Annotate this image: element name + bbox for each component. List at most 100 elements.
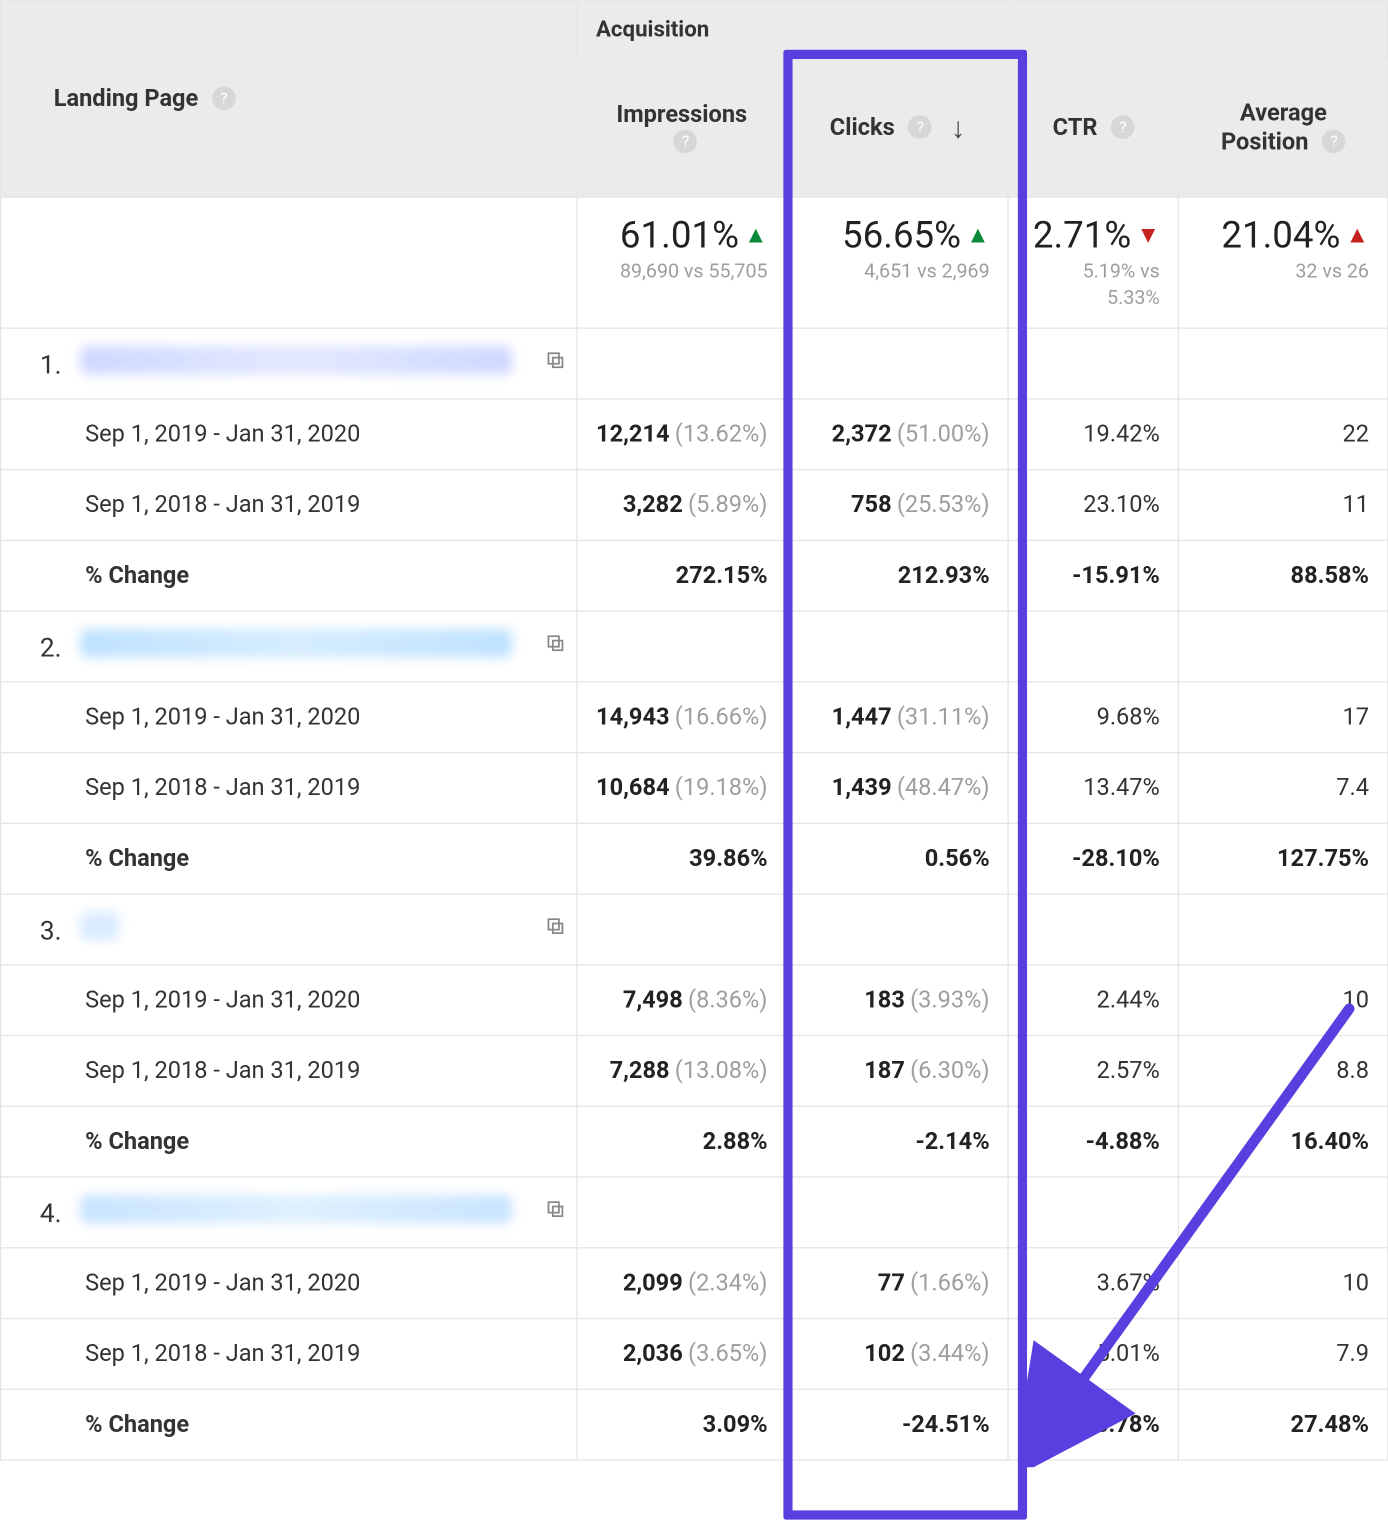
pct-change-label: % Change xyxy=(1,823,577,894)
cell-value: 39.86% xyxy=(577,823,787,894)
pct-change-label: % Change xyxy=(1,1106,577,1177)
redacted-text xyxy=(80,912,119,941)
cell-value: 758 xyxy=(851,491,892,519)
table-row: % Change 3.09% -24.51% -26.78% 27.48% xyxy=(1,1389,1388,1460)
cell-share: (25.53%) xyxy=(897,491,990,519)
redacted-text xyxy=(80,629,512,658)
period-b-label: Sep 1, 2018 - Jan 31, 2019 xyxy=(1,753,577,824)
sort-desc-icon: ↓ xyxy=(951,111,965,145)
table-row: Sep 1, 2018 - Jan 31, 2019 2,036(3.65%) … xyxy=(1,1319,1388,1390)
cell-share: (5.89%) xyxy=(688,491,768,519)
cell-value: 16.40% xyxy=(1179,1106,1388,1177)
cell-share: (3.93%) xyxy=(910,986,990,1014)
cell-value: 17 xyxy=(1179,682,1388,753)
cell-value: 7.9 xyxy=(1179,1319,1388,1390)
table-row: Sep 1, 2018 - Jan 31, 2019 7,288(13.08%)… xyxy=(1,1036,1388,1107)
period-b-label: Sep 1, 2018 - Jan 31, 2019 xyxy=(1,1036,577,1107)
redacted-text xyxy=(80,1195,512,1224)
table-row: % Change 272.15% 212.93% -15.91% 88.58% xyxy=(1,540,1388,611)
cell-value: 27.48% xyxy=(1179,1389,1388,1460)
col-avg-position[interactable]: Average Position ? xyxy=(1179,58,1388,197)
cell-value: 23.10% xyxy=(1009,470,1179,541)
cell-share: (3.44%) xyxy=(910,1340,990,1368)
pct-change-label: % Change xyxy=(1,540,577,611)
cell-share: (19.18%) xyxy=(675,774,768,802)
open-report-icon[interactable] xyxy=(534,1199,565,1227)
trend-down-icon: ▼ xyxy=(1136,221,1159,249)
cell-value: 77 xyxy=(878,1269,905,1297)
summary-ctr: 2.71%▼ 5.19% vs 5.33% xyxy=(1009,197,1179,328)
landing-page-cell[interactable]: 4. xyxy=(1,1177,577,1248)
cell-value: 11 xyxy=(1179,470,1388,541)
col-ctr[interactable]: CTR ? xyxy=(1009,58,1179,197)
help-icon[interactable]: ? xyxy=(212,86,236,110)
col-clicks-label: Clicks xyxy=(830,113,895,141)
cell-value: 2.57% xyxy=(1009,1036,1179,1107)
cell-share: (6.30%) xyxy=(910,1057,990,1085)
cell-value: 10,684 xyxy=(596,774,669,802)
cell-value: 14,943 xyxy=(596,703,669,731)
cell-value: 3,282 xyxy=(623,491,683,519)
cell-value: 7,288 xyxy=(610,1057,670,1085)
col-clicks[interactable]: Clicks ? ↓ xyxy=(787,58,1009,197)
help-icon[interactable]: ? xyxy=(1322,129,1346,153)
period-a-label: Sep 1, 2019 - Jan 31, 2020 xyxy=(1,682,577,753)
cell-value: 2,372 xyxy=(832,421,892,449)
cell-value: 7,498 xyxy=(623,986,683,1014)
landing-page-cell[interactable]: 3. xyxy=(1,894,577,965)
cell-share: (8.36%) xyxy=(688,986,768,1014)
table-row: 2. xyxy=(1,611,1388,682)
group-acquisition: Acquisition xyxy=(577,1,1388,59)
cell-value: 88.58% xyxy=(1179,540,1388,611)
col-impressions[interactable]: Impressions ? xyxy=(577,58,787,197)
cell-value: -26.78% xyxy=(1009,1389,1179,1460)
pct-change-label: % Change xyxy=(1,1389,577,1460)
table-row: Sep 1, 2019 - Jan 31, 2020 12,214(13.62%… xyxy=(1,399,1388,470)
cell-value: -28.10% xyxy=(1009,823,1179,894)
landing-page-cell[interactable]: 2. xyxy=(1,611,577,682)
col-landing-page-label: Landing Page xyxy=(54,85,199,113)
summary-clicks: 56.65%▲ 4,651 vs 2,969 xyxy=(787,197,1009,328)
cell-share: (1.66%) xyxy=(910,1269,990,1297)
cell-share: (16.66%) xyxy=(675,703,768,731)
cell-value: -24.51% xyxy=(787,1389,1009,1460)
cell-value: 5.01% xyxy=(1009,1319,1179,1390)
trend-up-icon: ▲ xyxy=(966,221,989,249)
cell-value: 2,099 xyxy=(623,1269,683,1297)
summary-impressions: 61.01%▲ 89,690 vs 55,705 xyxy=(577,197,787,328)
cell-value: 127.75% xyxy=(1179,823,1388,894)
trend-up-bad-icon: ▲ xyxy=(1346,221,1369,249)
help-icon[interactable]: ? xyxy=(1111,115,1135,139)
col-landing-page[interactable]: Landing Page ? xyxy=(1,1,577,198)
open-report-icon[interactable] xyxy=(534,916,565,944)
cell-value: 10 xyxy=(1179,1248,1388,1319)
cell-value: 8.8 xyxy=(1179,1036,1388,1107)
open-report-icon[interactable] xyxy=(534,350,565,378)
period-a-label: Sep 1, 2019 - Jan 31, 2020 xyxy=(1,965,577,1036)
cell-value: 2,036 xyxy=(623,1340,683,1368)
summary-position-pct: 21.04% xyxy=(1221,214,1340,257)
summary-ctr-sub-1: 5.19% vs xyxy=(1028,259,1160,283)
cell-value: 22 xyxy=(1179,399,1388,470)
landing-page-cell[interactable]: 1. xyxy=(1,328,577,399)
table-row: 3. xyxy=(1,894,1388,965)
help-icon[interactable]: ? xyxy=(674,129,698,153)
col-avg-position-label-1: Average xyxy=(1240,99,1327,127)
cell-value: 212.93% xyxy=(787,540,1009,611)
cell-value: 12,214 xyxy=(596,421,669,449)
cell-value: 102 xyxy=(864,1340,905,1368)
summary-clicks-pct: 56.65% xyxy=(842,214,961,257)
summary-position: 21.04%▲ 32 vs 26 xyxy=(1179,197,1388,328)
open-report-icon[interactable] xyxy=(534,633,565,661)
col-impressions-label: Impressions xyxy=(616,100,747,128)
period-a-label: Sep 1, 2019 - Jan 31, 2020 xyxy=(1,1248,577,1319)
cell-share: (2.34%) xyxy=(688,1269,768,1297)
group-acquisition-label: Acquisition xyxy=(596,16,709,42)
help-icon[interactable]: ? xyxy=(908,115,932,139)
col-ctr-label: CTR xyxy=(1053,114,1098,142)
cell-value: 272.15% xyxy=(577,540,787,611)
period-a-label: Sep 1, 2019 - Jan 31, 2020 xyxy=(1,399,577,470)
table-row: Sep 1, 2018 - Jan 31, 2019 10,684(19.18%… xyxy=(1,753,1388,824)
cell-value: 3.67% xyxy=(1009,1248,1179,1319)
cell-value: 10 xyxy=(1179,965,1388,1036)
